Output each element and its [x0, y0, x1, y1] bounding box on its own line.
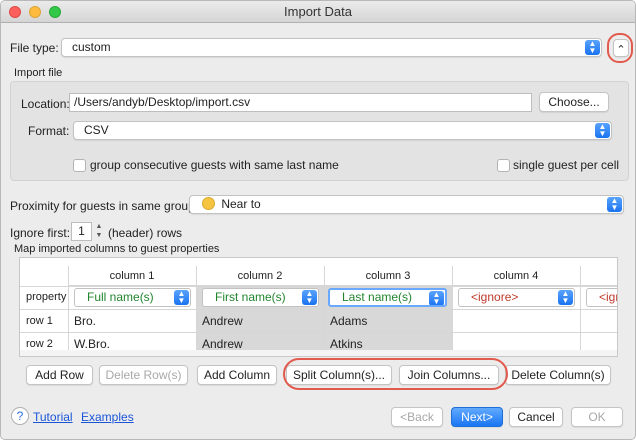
delete-columns-button[interactable]: Delete Column(s) [505, 365, 611, 385]
property-value: Full name(s) [87, 290, 154, 304]
ok-button[interactable]: OK [571, 407, 623, 427]
row-label: row 2 [26, 338, 53, 350]
window-title: Import Data [284, 4, 352, 19]
row-label: row 1 [26, 315, 53, 327]
map-columns-label: Map imported columns to guest properties [14, 243, 220, 255]
add-row-button[interactable]: Add Row [26, 365, 93, 385]
property-value: <ign [599, 290, 617, 304]
ignore-rows-stepper[interactable]: ▲ ▼ [94, 222, 104, 241]
file-type-select[interactable]: custom ▲ ▼ [61, 38, 602, 57]
ignore-rows-value: 1 [78, 224, 85, 238]
file-type-value: custom [72, 40, 111, 54]
property-select-column-2[interactable]: First name(s) ▲ ▼ [202, 288, 319, 307]
table-cell[interactable]: Bro. [68, 310, 96, 333]
property-value: First name(s) [215, 290, 286, 304]
property-value: Last name(s) [342, 290, 413, 304]
group-consecutive-label: group consecutive guests with same last … [90, 158, 339, 172]
select-stepper-icon: ▲ ▼ [174, 290, 189, 305]
location-label: Location: [21, 97, 70, 111]
property-select-column-4[interactable]: <ignore> ▲ ▼ [458, 288, 575, 307]
property-value: <ignore> [471, 290, 519, 304]
delete-rows-button[interactable]: Delete Row(s) [99, 365, 188, 385]
smiley-icon [202, 197, 215, 210]
help-icon[interactable]: ? [11, 407, 29, 425]
examples-link[interactable]: Examples [81, 410, 134, 424]
property-select-column-3[interactable]: Last name(s) ▲ ▼ [328, 288, 447, 307]
select-stepper-icon: ▲ ▼ [302, 290, 317, 305]
select-stepper-icon: ▲ ▼ [429, 291, 444, 305]
minimize-window-icon[interactable] [29, 6, 41, 18]
title-bar: Import Data [1, 1, 635, 23]
select-stepper-icon: ▲ ▼ [595, 123, 610, 138]
back-button[interactable]: <Back [391, 407, 443, 427]
collapse-button-highlight [607, 33, 633, 63]
proximity-label: Proximity for guests in same group: [10, 199, 199, 213]
table-cell[interactable]: Andrew [196, 310, 243, 333]
property-select-column-1[interactable]: Full name(s) ▲ ▼ [74, 288, 191, 307]
format-value: CSV [84, 123, 109, 137]
import-data-window: Import Data File type: custom ▲ ▼ ⌃ Impor… [0, 0, 636, 440]
next-button[interactable]: Next> [451, 407, 503, 427]
proximity-value: Near to [221, 197, 261, 211]
table-cell[interactable]: Adams [324, 310, 367, 333]
column-header[interactable]: column 1 [68, 266, 196, 286]
single-guest-label: single guest per cell [513, 158, 620, 172]
group-consecutive-checkbox[interactable] [73, 159, 86, 172]
tutorial-link[interactable]: Tutorial [33, 410, 73, 424]
format-label: Format: [28, 124, 70, 138]
location-input[interactable]: /Users/andyb/Desktop/import.csv [69, 93, 532, 112]
choose-button[interactable]: Choose... [539, 92, 609, 112]
header-rows-suffix: (header) rows [108, 226, 183, 240]
column-header[interactable]: column 4 [452, 266, 580, 286]
format-select[interactable]: CSV ▲ ▼ [73, 121, 612, 140]
close-window-icon[interactable] [9, 6, 21, 18]
select-stepper-icon: ▲ ▼ [607, 197, 622, 212]
select-stepper-icon: ▲ ▼ [558, 290, 573, 305]
split-join-highlight [283, 358, 508, 390]
column-header[interactable]: column 3 [324, 266, 452, 286]
horizontal-scrollbar[interactable] [20, 350, 617, 356]
column-mapping-grid[interactable]: column 1 column 2 column 3 column 4 prop… [19, 257, 618, 357]
column-header[interactable]: column 2 [196, 266, 324, 286]
property-row-label: property [26, 291, 67, 303]
cancel-button[interactable]: Cancel [509, 407, 563, 427]
add-column-button[interactable]: Add Column [197, 365, 277, 385]
file-type-label: File type: [10, 41, 59, 55]
select-stepper-icon: ▲ ▼ [585, 40, 600, 55]
ignore-first-label: Ignore first: [10, 226, 71, 240]
import-file-section-label: Import file [14, 67, 63, 79]
location-value: /Users/andyb/Desktop/import.csv [74, 95, 251, 109]
single-guest-checkbox[interactable] [497, 159, 510, 172]
property-select-column-5[interactable]: <ign [586, 288, 617, 307]
ignore-rows-input[interactable]: 1 [71, 222, 92, 241]
maximize-window-icon[interactable] [49, 6, 61, 18]
proximity-select[interactable]: Near to ▲ ▼ [189, 195, 624, 214]
column-header[interactable] [580, 266, 617, 286]
